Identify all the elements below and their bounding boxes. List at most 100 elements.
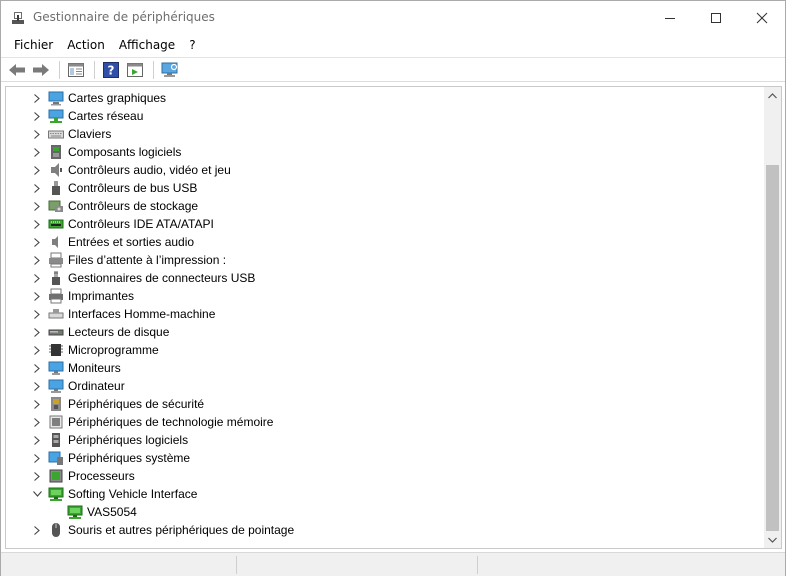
chevron-right-icon[interactable] xyxy=(32,521,42,539)
chevron-right-icon[interactable] xyxy=(32,233,42,251)
tree-item-label: Composants logiciels xyxy=(68,145,182,159)
chevron-right-icon[interactable] xyxy=(32,341,42,359)
chevron-right-icon[interactable] xyxy=(32,161,42,179)
help-button[interactable]: ? xyxy=(100,60,122,80)
toolbar-separator xyxy=(94,60,95,79)
toolbar: ? xyxy=(1,57,785,82)
tree-category-item[interactable]: Entrées et sorties audio xyxy=(6,233,764,251)
tree-item-label: Lecteurs de disque xyxy=(68,325,170,339)
close-button[interactable] xyxy=(739,1,785,34)
menu-fichier[interactable]: Fichier xyxy=(7,34,60,56)
chevron-right-icon[interactable] xyxy=(32,323,42,341)
status-segment xyxy=(236,556,237,574)
tree-category-item[interactable]: Périphériques système xyxy=(6,449,764,467)
tree-category-item[interactable]: Microprogramme xyxy=(6,341,764,359)
security-device-icon xyxy=(48,396,64,412)
tree-category-item[interactable]: Ordinateur xyxy=(6,377,764,395)
mouse-icon xyxy=(48,522,64,538)
chevron-right-icon[interactable] xyxy=(32,179,42,197)
tree-item-label: Cartes graphiques xyxy=(68,91,167,105)
menu-affichage[interactable]: Affichage xyxy=(112,34,182,56)
menu-action[interactable]: Action xyxy=(60,34,112,56)
tree-item-label: Gestionnaires de connecteurs USB xyxy=(68,271,256,285)
tree-item-label: VAS5054 xyxy=(87,505,137,519)
chevron-right-icon[interactable] xyxy=(32,215,42,233)
tree-category-item[interactable]: Cartes réseau xyxy=(6,107,764,125)
back-button[interactable] xyxy=(6,60,28,80)
maximize-icon xyxy=(711,12,721,23)
properties-pane-button[interactable] xyxy=(65,60,87,80)
tree-category-item[interactable]: Composants logiciels xyxy=(6,143,764,161)
window-title: Gestionnaire de périphériques xyxy=(33,10,215,24)
chevron-right-icon[interactable] xyxy=(32,197,42,215)
tree-category-item[interactable]: Processeurs xyxy=(6,467,764,485)
scroll-up-button[interactable] xyxy=(764,87,781,104)
tree-category-item[interactable]: Contrôleurs de bus USB xyxy=(6,179,764,197)
forward-icon xyxy=(33,63,49,76)
tree-item-label: Microprogramme xyxy=(68,343,159,357)
tree-category-item[interactable]: Cartes graphiques xyxy=(6,89,764,107)
tree-category-item[interactable]: Softing Vehicle Interface xyxy=(6,485,764,503)
chevron-right-icon[interactable] xyxy=(32,89,42,107)
tree-child-item[interactable]: VAS5054 xyxy=(6,503,764,521)
chevron-right-icon[interactable] xyxy=(32,359,42,377)
tree-category-item[interactable]: Gestionnaires de connecteurs USB xyxy=(6,269,764,287)
maximize-button[interactable] xyxy=(693,1,739,34)
tree-category-item[interactable]: Contrôleurs audio, vidéo et jeu xyxy=(6,161,764,179)
chevron-right-icon[interactable] xyxy=(32,413,42,431)
chevron-right-icon[interactable] xyxy=(32,251,42,269)
tree-category-item[interactable]: Périphériques de sécurité xyxy=(6,395,764,413)
chevron-right-icon[interactable] xyxy=(32,125,42,143)
chevron-right-icon[interactable] xyxy=(32,395,42,413)
scan-hardware-button[interactable] xyxy=(159,60,181,80)
run-button[interactable] xyxy=(124,60,146,80)
help-icon: ? xyxy=(103,61,119,78)
memory-device-icon xyxy=(48,414,64,430)
forward-button[interactable] xyxy=(30,60,52,80)
tree-category-item[interactable]: Souris et autres périphériques de pointa… xyxy=(6,521,764,539)
chevron-right-icon[interactable] xyxy=(32,377,42,395)
chevron-right-icon[interactable] xyxy=(32,431,42,449)
software-device-icon xyxy=(48,432,64,448)
chevron-right-icon[interactable] xyxy=(32,269,42,287)
tree-category-item[interactable]: Imprimantes xyxy=(6,287,764,305)
tree-category-item[interactable]: Interfaces Homme-machine xyxy=(6,305,764,323)
tree-category-item[interactable]: Moniteurs xyxy=(6,359,764,377)
scroll-down-button[interactable] xyxy=(764,531,781,548)
chevron-right-icon[interactable] xyxy=(32,305,42,323)
tree-category-item[interactable]: Claviers xyxy=(6,125,764,143)
tree-item-label: Périphériques de technologie mémoire xyxy=(68,415,274,429)
storage-controller-icon xyxy=(48,198,64,214)
tree-category-item[interactable]: Périphériques de technologie mémoire xyxy=(6,413,764,431)
usb-icon xyxy=(48,180,64,196)
vertical-scrollbar[interactable] xyxy=(764,87,781,548)
tree-category-item[interactable]: Lecteurs de disque xyxy=(6,323,764,341)
tree-category-item[interactable]: Contrôleurs IDE ATA/ATAPI xyxy=(6,215,764,233)
status-bar xyxy=(1,552,785,576)
chevron-right-icon[interactable] xyxy=(32,467,42,485)
tree-item-label: Contrôleurs IDE ATA/ATAPI xyxy=(68,217,214,231)
tree-item-label: Imprimantes xyxy=(68,289,135,303)
print-queue-icon xyxy=(48,252,64,268)
tree-item-label: Processeurs xyxy=(68,469,135,483)
tree-item-label: Files d’attente à l’impression : xyxy=(68,253,227,267)
ide-controller-icon xyxy=(48,216,64,232)
tree-category-item[interactable]: Files d’attente à l’impression : xyxy=(6,251,764,269)
toolbar-separator xyxy=(59,60,60,79)
tree-category-item[interactable]: Périphériques logiciels xyxy=(6,431,764,449)
chevron-right-icon[interactable] xyxy=(32,143,42,161)
device-tree-panel: Cartes graphiques Cartes réseau Claviers Co… xyxy=(5,86,782,549)
chevron-right-icon[interactable] xyxy=(32,107,42,125)
tree-item-label: Souris et autres périphériques de pointa… xyxy=(68,523,295,537)
title-bar[interactable]: Gestionnaire de périphériques xyxy=(1,1,785,34)
minimize-button[interactable] xyxy=(647,1,693,34)
tree-item-label: Claviers xyxy=(68,127,112,141)
tree-item-label: Moniteurs xyxy=(68,361,121,375)
tree-category-item[interactable]: Contrôleurs de stockage xyxy=(6,197,764,215)
chevron-right-icon[interactable] xyxy=(32,287,42,305)
scrollbar-thumb[interactable] xyxy=(766,165,779,531)
menu-help[interactable]: ? xyxy=(182,34,202,56)
minimize-icon xyxy=(665,17,675,19)
chevron-right-icon[interactable] xyxy=(32,449,42,467)
chevron-down-icon[interactable] xyxy=(32,485,42,503)
